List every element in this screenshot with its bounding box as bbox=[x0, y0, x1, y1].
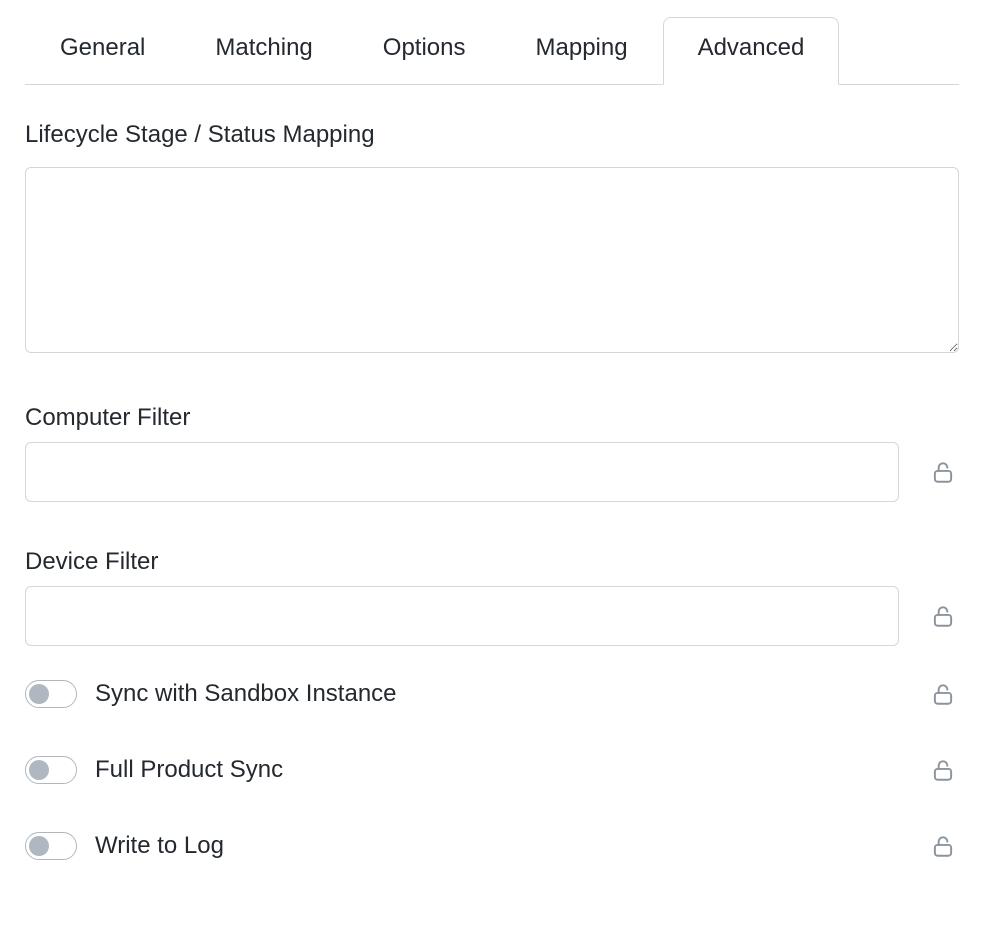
device-filter-label: Device Filter bbox=[25, 548, 959, 576]
lock-open-icon[interactable] bbox=[927, 757, 959, 783]
toggle-write-to-log[interactable] bbox=[25, 832, 77, 860]
toggle-write-to-log-label: Write to Log bbox=[95, 832, 224, 860]
tab-options[interactable]: Options bbox=[348, 17, 501, 85]
lock-open-icon[interactable] bbox=[927, 681, 959, 707]
device-filter-input[interactable] bbox=[25, 586, 899, 646]
computer-filter-input[interactable] bbox=[25, 442, 899, 502]
tab-matching[interactable]: Matching bbox=[180, 17, 347, 85]
toggle-full-product-sync-label: Full Product Sync bbox=[95, 756, 283, 784]
lock-open-icon[interactable] bbox=[927, 459, 959, 485]
lifecycle-mapping-textarea[interactable] bbox=[25, 167, 959, 353]
toggle-sync-sandbox[interactable] bbox=[25, 680, 77, 708]
lifecycle-mapping-label: Lifecycle Stage / Status Mapping bbox=[25, 121, 959, 149]
computer-filter-label: Computer Filter bbox=[25, 404, 959, 432]
toggle-full-product-sync[interactable] bbox=[25, 756, 77, 784]
tabs: General Matching Options Mapping Advance… bbox=[25, 16, 959, 85]
tab-general[interactable]: General bbox=[25, 17, 180, 85]
tab-mapping[interactable]: Mapping bbox=[501, 17, 663, 85]
lock-open-icon[interactable] bbox=[927, 603, 959, 629]
lock-open-icon[interactable] bbox=[927, 833, 959, 859]
toggle-sync-sandbox-label: Sync with Sandbox Instance bbox=[95, 680, 397, 708]
tab-advanced[interactable]: Advanced bbox=[663, 17, 840, 85]
